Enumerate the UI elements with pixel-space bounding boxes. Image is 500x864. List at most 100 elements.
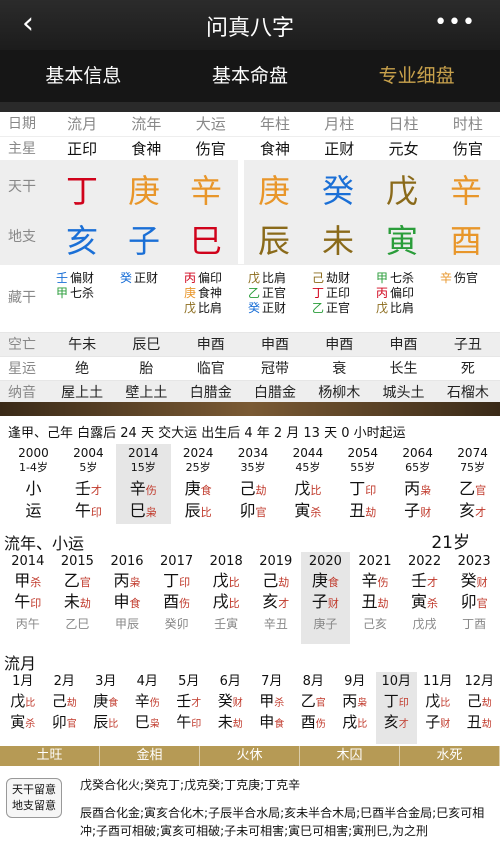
gan-char: 甲 <box>259 692 275 710</box>
relation-toggle-button[interactable]: 天干留意 地支留意 <box>6 778 62 818</box>
main-star-row: 主星 正印 食神 伤官 食神 正财 元女 伤官 <box>0 136 500 160</box>
gan-char: 庚 <box>184 479 201 498</box>
col-head: 流年 <box>131 115 162 133</box>
liuyue-month: 7月 <box>261 674 283 689</box>
dayun-item[interactable]: 2014 15岁 辛伤 巳枭 <box>115 444 171 524</box>
gan-god: 劫 <box>66 698 77 709</box>
liunian-item[interactable]: 2016 丙枭 申食 甲辰 <box>102 552 152 644</box>
dayun-item[interactable]: 2034 35岁 己劫 卯官 <box>226 444 281 524</box>
tiangan-char: 辛 <box>449 172 482 210</box>
zhi-god: 杀 <box>25 719 36 730</box>
zhi-god: 财 <box>440 719 451 730</box>
liunian-item[interactable]: 2017 丁印 酉伤 癸卯 <box>152 552 202 644</box>
liunian-year: 2015 <box>60 554 94 569</box>
star-cell: 食神 <box>259 140 290 158</box>
tab-pro-chart[interactable]: 专业细盘 <box>333 50 500 102</box>
dayun-item[interactable]: 2024 25岁 庚食 辰比 <box>171 444 226 524</box>
divider <box>0 102 500 112</box>
canggan-god: 食神 <box>198 286 223 300</box>
canggan-god: 七杀 <box>70 286 95 300</box>
zhi-god: 伤 <box>179 597 191 610</box>
dayun-item[interactable]: 2004 5岁 壬才 午印 <box>61 444 116 524</box>
canggan-cell: 甲七杀丙偏印戊比肩 <box>376 271 438 316</box>
tiangan-char: 庚 <box>257 172 290 210</box>
liuyue-item[interactable]: 6月 癸财 未劫 <box>210 672 252 744</box>
liuyue-item[interactable]: 8月 乙官 酉伤 <box>293 672 335 744</box>
liuyue-item[interactable]: 1月 戊比 寅杀 <box>2 672 44 744</box>
liuyue-item[interactable]: 11月 戊比 子财 <box>417 672 459 744</box>
tab-basic-chart[interactable]: 基本命盘 <box>167 50 334 102</box>
dayun-age: 55岁 <box>350 461 376 474</box>
liunian-item[interactable]: 2014 甲杀 午印 丙午 <box>3 552 53 644</box>
dayun-item[interactable]: 2074 75岁 乙官 亥才 <box>445 444 500 524</box>
dayun-item[interactable]: 2054 55岁 丁印 丑劫 <box>335 444 390 524</box>
nayin-cell: 壁上土 <box>125 385 168 401</box>
dayun-item[interactable]: 2044 45岁 戊比 寅杀 <box>280 444 335 524</box>
gan-char: 戊 <box>294 479 311 498</box>
ganzhi-pair: 丁印 丑劫 <box>335 479 390 523</box>
liuyue-item[interactable]: 10月 丁印 亥才 <box>375 672 417 744</box>
page-title: 问真八字 <box>205 16 294 41</box>
zhi-line: 申食 <box>251 713 293 734</box>
liunian-item[interactable]: 2019 己劫 亥才 辛丑 <box>251 552 301 644</box>
star-cell: 正财 <box>324 140 355 158</box>
star-cell: 伤官 <box>195 140 226 158</box>
dizhi-char: 子 <box>127 222 160 260</box>
zhi-line: 卯官 <box>44 713 86 734</box>
canggan-stem: 丙 <box>184 271 197 285</box>
liuyue-item[interactable]: 5月 壬才 午印 <box>168 672 210 744</box>
dayun-age: 1-4岁 <box>18 461 48 474</box>
liuyue-month: 9月 <box>344 674 366 689</box>
gan-god: 财 <box>476 576 488 589</box>
liunian-item[interactable]: 2018 戊比 戌比 壬寅 <box>201 552 251 644</box>
xiaoyun-ganzhi: 壬寅 <box>214 617 239 631</box>
more-icon[interactable]: ••• <box>434 10 476 35</box>
liunian-list: 2014 甲杀 午印 丙午 2015 乙官 未劫 乙巳 2016 丙枭 申食 甲辰 2017 丁印 酉伤 癸卯… <box>0 552 500 644</box>
dayun-item[interactable]: 2064 65岁 丙枭 子财 <box>390 444 445 524</box>
canggan-stem: 戊 <box>248 271 261 285</box>
wuxing-water: 水死 <box>400 746 500 766</box>
canggan-entry: 癸正财 <box>248 301 310 316</box>
gan-god: 比 <box>25 698 36 709</box>
dizhi-char: 亥 <box>65 222 98 260</box>
liunian-item[interactable]: 2020 庚食 子财 庚子 <box>300 552 351 644</box>
canggan-god: 正财 <box>134 271 159 285</box>
liunian-item[interactable]: 2021 辛伤 丑劫 己亥 <box>350 552 400 644</box>
liuyue-item[interactable]: 9月丙枭 戌比 <box>334 672 376 744</box>
ganzhi-pair: 丙枭 戌比 <box>334 692 376 734</box>
liuyue-item[interactable]: 12月 己劫 丑劫 <box>459 672 500 744</box>
tiangan-char: 癸 <box>321 172 354 210</box>
zhi-line: 酉伤 <box>293 713 335 734</box>
kongwang-cell: 申酉 <box>325 337 354 353</box>
xiaoyun-ganzhi: 辛丑 <box>263 617 288 631</box>
canggan-entry: 壬偏财 <box>56 271 118 286</box>
liuyue-item[interactable]: 4月 辛伤 巳枭 <box>127 672 169 744</box>
liuyue-item[interactable]: 7月 甲杀 申食 <box>251 672 293 744</box>
gan-char: 戊 <box>212 571 229 590</box>
liunian-item[interactable]: 2022 壬才 寅杀 戊戌 <box>400 552 450 644</box>
canggan-stem: 壬 <box>56 271 69 285</box>
liuyue-item[interactable]: 3月 庚食 辰比 <box>85 672 127 744</box>
gan-char: 辛 <box>129 479 146 498</box>
gan-line: 戊比 <box>280 479 335 501</box>
gan-char: 己 <box>51 692 67 710</box>
liunian-item[interactable]: 2015 乙官 未劫 乙巳 <box>53 552 103 644</box>
tiangan-char: 庚 <box>127 172 160 210</box>
liuyue-month: 8月 <box>302 674 324 689</box>
zhi-line: 戌比 <box>201 592 251 613</box>
wood-divider <box>0 402 500 416</box>
tab-basic-info[interactable]: 基本信息 <box>0 50 167 102</box>
zhi-god: 食 <box>129 597 141 610</box>
liuyue-item[interactable]: 2月 己劫 卯官 <box>44 672 86 744</box>
liuyue-list: 1月 戊比 寅杀 2月 己劫 卯官 3月 庚食 辰比 4月 辛伤 巳枭 5月 壬才 午印 6月 癸财 未劫 7月 甲杀… <box>0 672 500 744</box>
zhi-char: 亥 <box>459 501 476 520</box>
xiaoyun-ganzhi: 丁酉 <box>462 617 487 631</box>
kongwang-cell: 申酉 <box>389 337 418 353</box>
gan-line: 丁印 <box>152 571 202 592</box>
zhi-god: 财 <box>327 597 339 610</box>
gan-char: 己 <box>262 571 279 590</box>
gan-line: 己劫 <box>459 692 500 713</box>
gan-line: 乙官 <box>445 479 500 501</box>
dayun-item[interactable]: 2000 1-4岁小运 <box>6 444 61 524</box>
liunian-item[interactable]: 2023 癸财 卯官 丁酉 <box>449 552 499 644</box>
